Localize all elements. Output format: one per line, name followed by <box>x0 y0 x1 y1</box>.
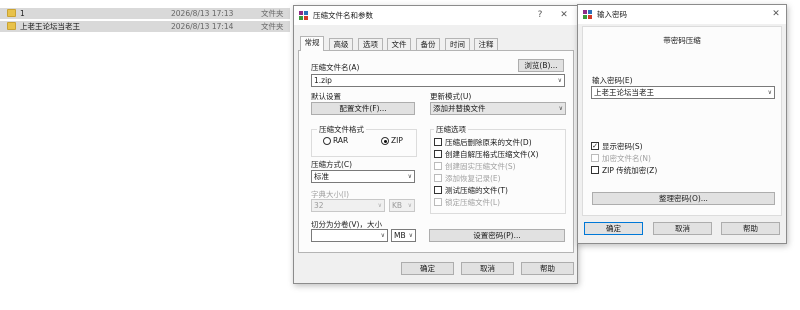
archive-name-field[interactable]: 1.zip ∨ <box>311 74 565 87</box>
dict-value: 32 <box>314 201 324 210</box>
chevron-down-icon[interactable]: ∨ <box>558 75 562 87</box>
chevron-down-icon[interactable]: ∨ <box>408 171 412 183</box>
radio-zip-label: ZIP <box>391 136 403 145</box>
ok-button[interactable]: 确定 <box>584 222 643 235</box>
split-unit: MB <box>394 231 406 240</box>
zip-legacy-label: ZIP 传统加密(Z) <box>602 166 658 175</box>
dict-unit-select: KB ∨ <box>389 199 415 212</box>
tab-time[interactable]: 时间 <box>445 38 470 50</box>
file-name: 上老王论坛当老王 <box>20 22 80 31</box>
password-panel: 带密码压缩 输入密码(E) 上老王论坛当老王 ∨ ✓ 显示密码(S) 加密文件名… <box>582 26 782 216</box>
delete-after-label: 压缩后删除原来的文件(D) <box>445 138 532 147</box>
options-group-title: 压缩选项 <box>434 124 468 135</box>
chevron-down-icon[interactable]: ∨ <box>409 230 413 242</box>
dict-unit: KB <box>392 201 403 210</box>
recovery-label: 添加恢复记录(E) <box>445 174 501 183</box>
archive-name-label: 压缩文件名(A) <box>311 63 360 72</box>
ok-button[interactable]: 确定 <box>401 262 454 275</box>
tab-advanced[interactable]: 高级 <box>329 38 353 50</box>
update-mode-label: 更新模式(U) <box>430 92 472 101</box>
list-item[interactable]: 上老王论坛当老王 2026/8/13 17:14 文件夹 <box>0 21 290 32</box>
archive-name-value: 1.zip <box>314 76 332 85</box>
file-date: 2026/8/13 17:14 <box>171 22 234 31</box>
help-icon[interactable]: ? <box>532 6 548 25</box>
method-value: 标准 <box>314 172 329 181</box>
checkbox-sfx[interactable] <box>434 150 442 158</box>
dict-select: 32 ∨ <box>311 199 385 212</box>
method-select[interactable]: 标准 ∨ <box>311 170 415 183</box>
browse-button[interactable]: 浏览(B)... <box>518 59 564 72</box>
dialog-title: 输入密码 <box>597 10 627 19</box>
chevron-down-icon[interactable]: ∨ <box>559 103 563 115</box>
close-icon[interactable]: ✕ <box>768 5 784 24</box>
checkbox-show-password[interactable]: ✓ <box>591 142 599 150</box>
split-unit-select[interactable]: MB ∨ <box>391 229 416 242</box>
checkbox-recovery <box>434 174 442 182</box>
checkbox-lock <box>434 198 442 206</box>
list-item[interactable]: 1 2026/8/13 17:13 文件夹 <box>0 8 290 19</box>
chevron-down-icon[interactable]: ∨ <box>381 230 385 242</box>
profile-label: 默认设置 <box>311 92 341 101</box>
checkbox-solid <box>434 162 442 170</box>
folder-icon <box>7 22 16 30</box>
winrar-icon <box>583 10 592 19</box>
checkbox-zip-legacy[interactable] <box>591 166 599 174</box>
solid-label: 创建固实压缩文件(S) <box>445 162 516 171</box>
radio-rar[interactable] <box>323 137 331 145</box>
sfx-label: 创建自解压格式压缩文件(X) <box>445 150 539 159</box>
help-button[interactable]: 帮助 <box>521 262 574 275</box>
encrypt-names-label: 加密文件名(N) <box>602 154 651 163</box>
organize-passwords-button[interactable]: 整理密码(O)... <box>592 192 775 205</box>
update-mode-value: 添加并替换文件 <box>433 104 486 113</box>
format-group-title: 压缩文件格式 <box>317 124 366 135</box>
password-value: 上老王论坛当老王 <box>594 88 654 97</box>
archive-dialog-titlebar[interactable]: 压缩文件名和参数 ? ✕ <box>294 6 577 25</box>
profiles-button[interactable]: 配置文件(F)... <box>311 102 415 115</box>
folder-icon <box>7 9 16 17</box>
file-name: 1 <box>20 9 25 18</box>
show-password-label: 显示密码(S) <box>602 142 643 151</box>
enter-password-label: 输入密码(E) <box>592 76 633 85</box>
tab-options[interactable]: 选项 <box>358 38 383 50</box>
radio-zip[interactable] <box>381 137 389 145</box>
file-date: 2026/8/13 17:13 <box>171 9 234 18</box>
checkbox-encrypt-names <box>591 154 599 162</box>
cancel-button[interactable]: 取消 <box>653 222 712 235</box>
tab-files[interactable]: 文件 <box>387 38 411 50</box>
update-mode-select[interactable]: 添加并替换文件 ∨ <box>430 102 566 115</box>
tab-general[interactable]: 常规 <box>300 36 324 51</box>
split-size-input[interactable]: ∨ <box>311 229 388 242</box>
chevron-down-icon: ∨ <box>407 202 412 209</box>
chevron-down-icon[interactable]: ∨ <box>768 87 772 99</box>
tab-backup[interactable]: 备份 <box>416 38 440 50</box>
general-panel: 压缩文件名(A) 浏览(B)... 1.zip ∨ 默认设置 配置文件(F)..… <box>298 50 574 253</box>
password-input[interactable]: 上老王论坛当老王 ∨ <box>591 86 775 99</box>
file-type: 文件夹 <box>261 22 284 31</box>
close-icon[interactable]: ✕ <box>556 6 572 25</box>
tab-comment[interactable]: 注释 <box>474 38 498 50</box>
test-label: 测试压缩的文件(T) <box>445 186 508 195</box>
set-password-button[interactable]: 设置密码(P)... <box>429 229 565 242</box>
archive-dialog: 压缩文件名和参数 ? ✕ 常规 高级 选项 文件 备份 时间 注释 压缩文件名(… <box>293 5 578 284</box>
radio-rar-label: RAR <box>333 136 349 145</box>
dialog-title: 压缩文件名和参数 <box>313 11 373 20</box>
password-dialog-titlebar[interactable]: 输入密码 ✕ <box>578 5 786 24</box>
checkbox-delete-after[interactable] <box>434 138 442 146</box>
help-button[interactable]: 帮助 <box>721 222 780 235</box>
lock-label: 锁定压缩文件(L) <box>445 198 501 207</box>
password-dialog: 输入密码 ✕ 带密码压缩 输入密码(E) 上老王论坛当老王 ∨ ✓ 显示密码(S… <box>577 4 787 244</box>
method-label: 压缩方式(C) <box>311 160 353 169</box>
winrar-icon <box>299 11 308 20</box>
checkbox-test[interactable] <box>434 186 442 194</box>
chevron-down-icon: ∨ <box>377 202 382 209</box>
cancel-button[interactable]: 取消 <box>461 262 514 275</box>
file-type: 文件夹 <box>261 9 284 18</box>
password-heading: 带密码压缩 <box>663 36 701 45</box>
